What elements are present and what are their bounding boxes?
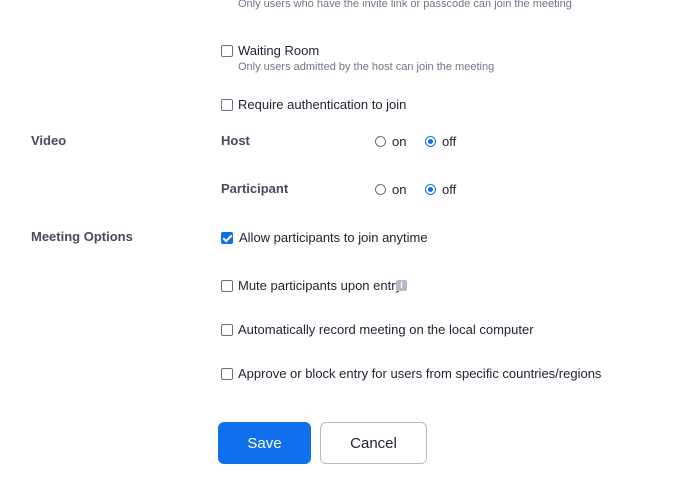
host-video-on-label[interactable]: on xyxy=(392,134,406,149)
mute-on-entry-checkbox[interactable] xyxy=(221,280,233,292)
host-video-off-label[interactable]: off xyxy=(442,134,456,149)
meeting-options-section-label: Meeting Options xyxy=(31,229,133,244)
passcode-hint: Only users who have the invite link or p… xyxy=(238,0,572,10)
participant-video-on-radio[interactable] xyxy=(375,184,386,195)
info-icon[interactable]: i xyxy=(396,280,407,291)
save-button[interactable]: Save xyxy=(218,422,311,464)
allow-join-anytime-label[interactable]: Allow participants to join anytime xyxy=(239,230,428,245)
require-auth-checkbox[interactable] xyxy=(221,99,233,111)
video-section-label: Video xyxy=(31,133,67,148)
cancel-button[interactable]: Cancel xyxy=(320,422,427,464)
approve-block-regions-label[interactable]: Approve or block entry for users from sp… xyxy=(238,366,601,381)
require-auth-label[interactable]: Require authentication to join xyxy=(238,97,406,112)
auto-record-label[interactable]: Automatically record meeting on the loca… xyxy=(238,322,534,337)
waiting-room-hint: Only users admitted by the host can join… xyxy=(238,61,495,73)
allow-join-anytime-checkbox[interactable] xyxy=(221,232,233,244)
auto-record-checkbox[interactable] xyxy=(221,324,233,336)
approve-block-regions-checkbox[interactable] xyxy=(221,368,233,380)
mute-on-entry-label[interactable]: Mute participants upon entry xyxy=(238,278,402,293)
participant-video-off-radio[interactable] xyxy=(425,184,436,195)
waiting-room-checkbox[interactable] xyxy=(221,45,233,57)
host-video-off-radio[interactable] xyxy=(425,136,436,147)
host-video-on-radio[interactable] xyxy=(375,136,386,147)
waiting-room-label[interactable]: Waiting Room xyxy=(238,43,319,58)
participant-video-label: Participant xyxy=(221,181,289,196)
host-video-label: Host xyxy=(221,133,250,148)
participant-video-off-label[interactable]: off xyxy=(442,182,456,197)
participant-video-on-label[interactable]: on xyxy=(392,182,406,197)
